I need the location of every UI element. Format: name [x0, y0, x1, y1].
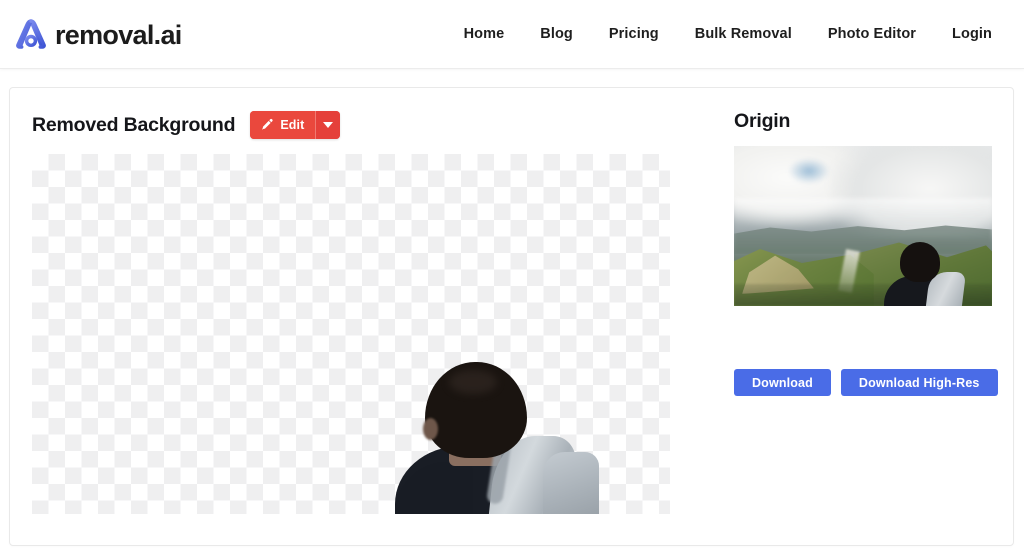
nav-item-photo-editor[interactable]: Photo Editor — [810, 20, 934, 48]
removed-background-header: Removed Background Edit — [32, 110, 710, 140]
site-header: removal.ai Home Blog Pricing Bulk Remova… — [0, 0, 1024, 69]
cutout-ear — [423, 418, 438, 440]
brand-logo-link[interactable]: removal.ai — [8, 11, 182, 57]
nav-item-blog[interactable]: Blog — [522, 20, 591, 48]
cutout-subject-image — [367, 362, 599, 514]
brand-name: removal.ai — [55, 19, 182, 50]
origin-thumbnail[interactable] — [734, 146, 992, 306]
result-card: Removed Background Edit Origin Download … — [9, 87, 1014, 546]
removed-background-pane: Removed Background Edit — [10, 88, 710, 545]
download-actions: Download Download High-Res — [734, 369, 998, 396]
edit-button-label: Edit — [280, 117, 305, 132]
edit-button[interactable]: Edit — [250, 111, 316, 139]
nav-item-home[interactable]: Home — [446, 20, 523, 48]
transparent-result-canvas[interactable] — [32, 154, 670, 514]
caret-down-icon — [323, 122, 334, 128]
main-navigation: Home Blog Pricing Bulk Removal Photo Edi… — [446, 20, 994, 48]
download-button[interactable]: Download — [734, 369, 831, 396]
origin-subject — [880, 232, 976, 306]
cutout-bag — [543, 452, 599, 514]
nav-item-bulk-removal[interactable]: Bulk Removal — [677, 20, 810, 48]
origin-subject-hair — [900, 242, 940, 282]
download-high-res-button[interactable]: Download High-Res — [840, 369, 998, 396]
cutout-hair-highlight — [449, 370, 497, 394]
nav-item-login[interactable]: Login — [934, 20, 994, 48]
edit-split-button[interactable]: Edit — [250, 111, 341, 139]
origin-pane: Origin Download Download High-Res — [710, 88, 1013, 545]
origin-title: Origin — [734, 110, 791, 132]
pencil-icon — [260, 118, 274, 132]
nav-item-pricing[interactable]: Pricing — [591, 20, 677, 48]
origin-blue-sky-patch — [788, 158, 830, 184]
removal-ai-logo-icon — [8, 11, 54, 57]
edit-dropdown-toggle[interactable] — [315, 111, 341, 139]
page-title: Removed Background — [32, 113, 236, 136]
